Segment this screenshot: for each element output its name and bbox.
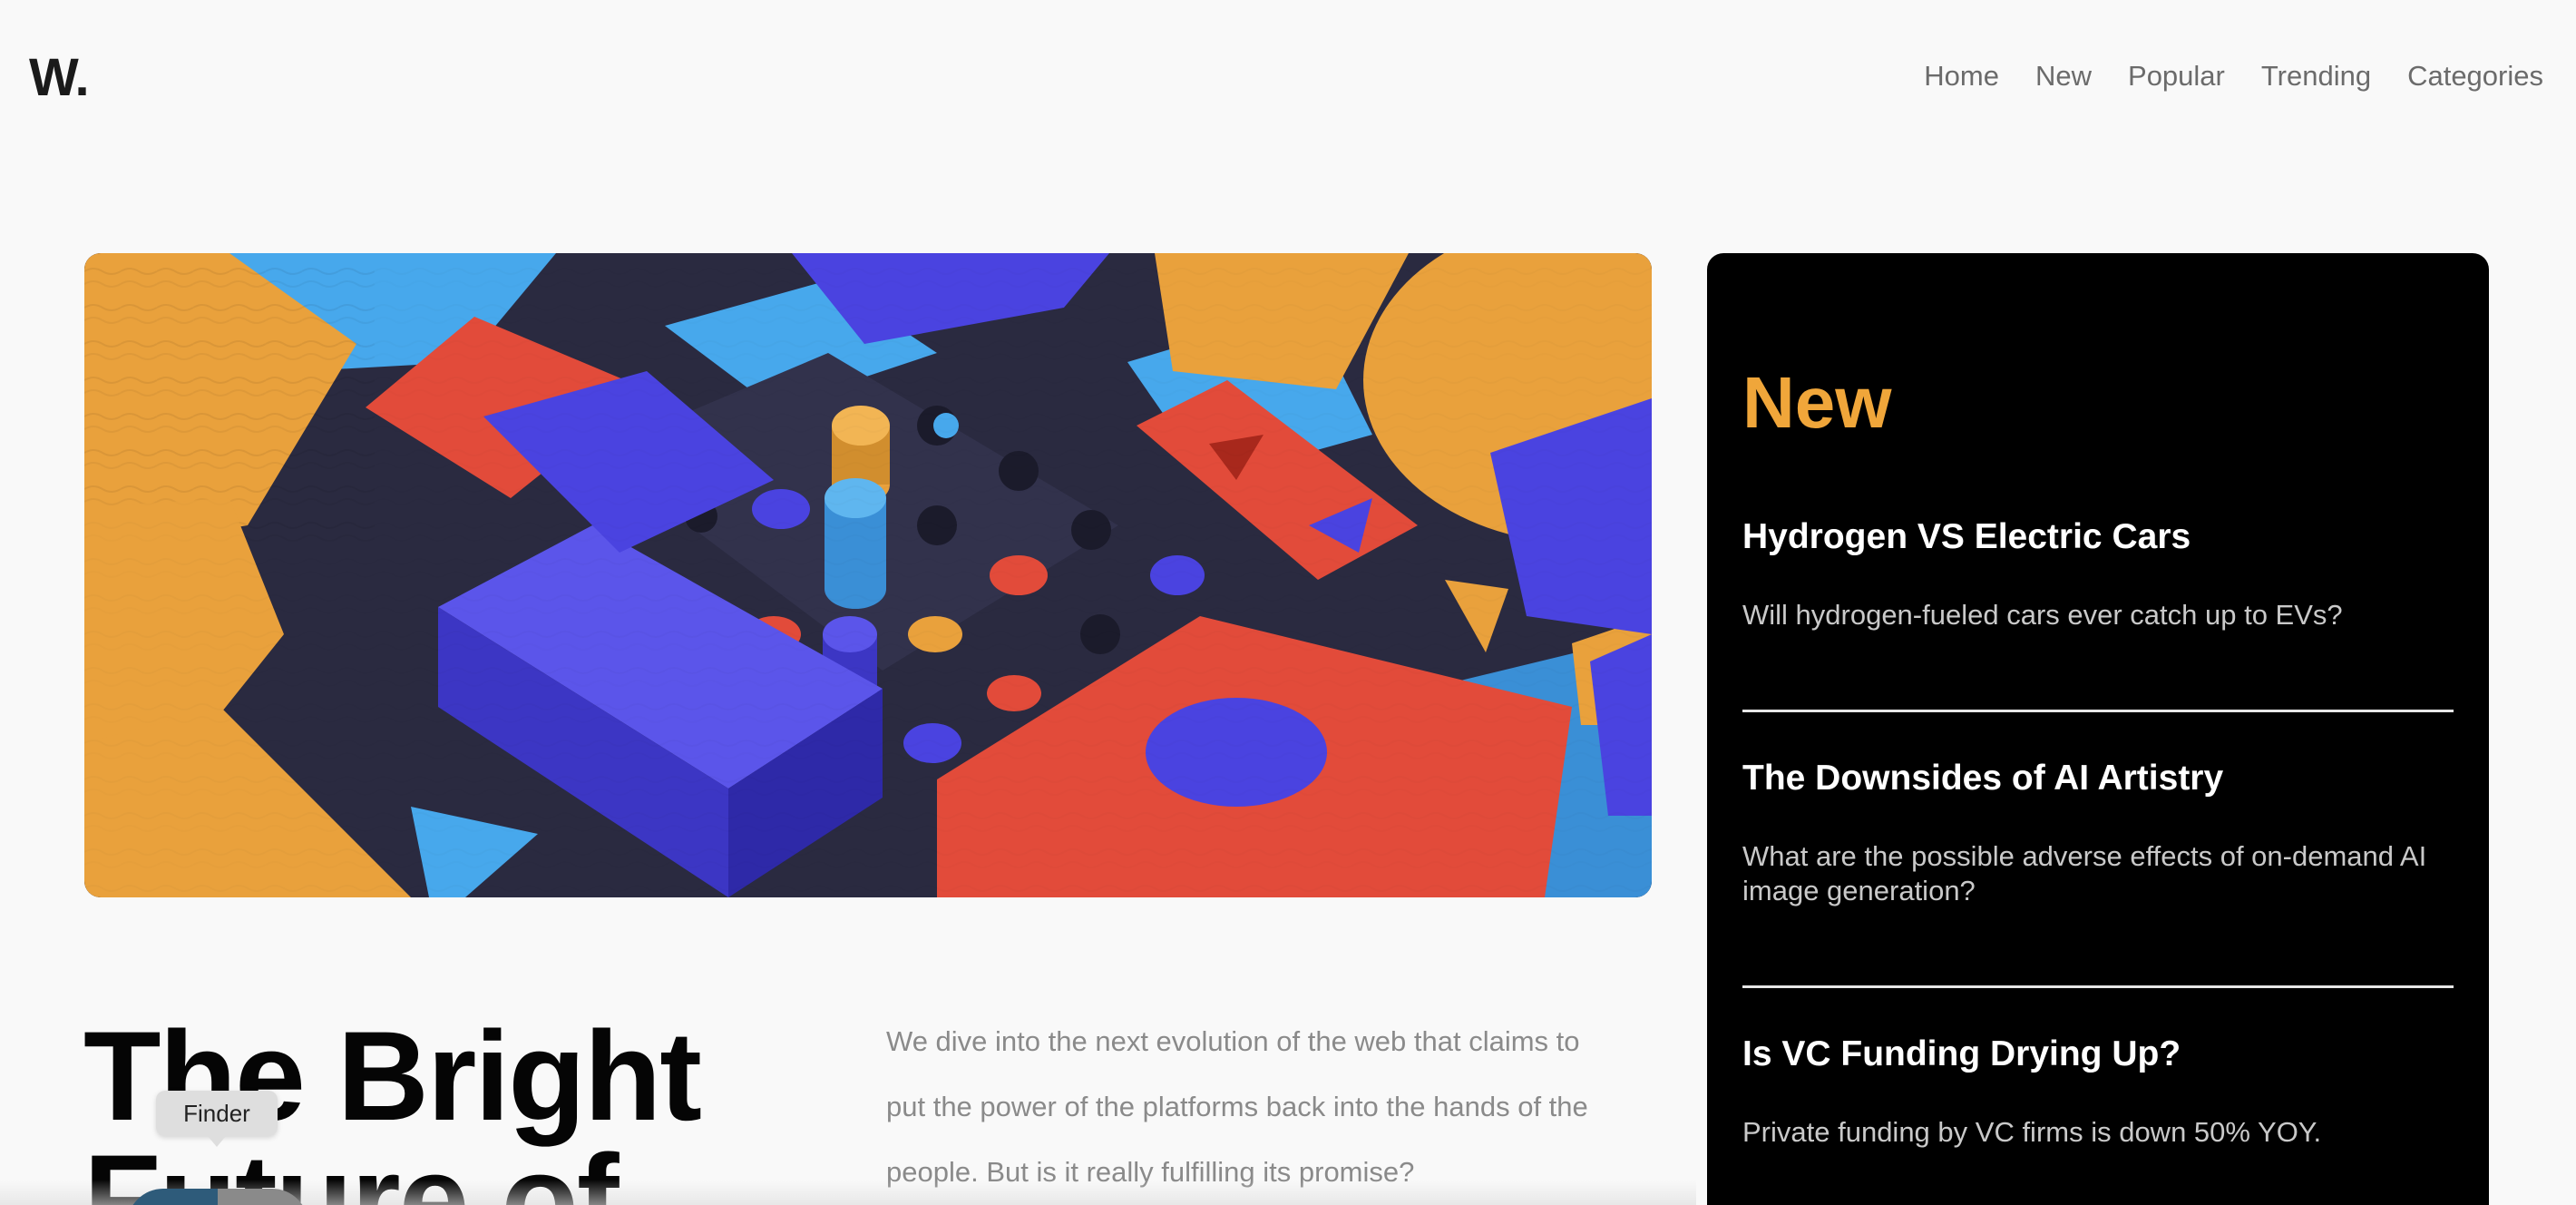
divider (1742, 710, 2454, 712)
news-item[interactable]: Hydrogen VS Electric Cars Will hydrogen-… (1742, 517, 2454, 632)
hero-image[interactable] (84, 253, 1652, 897)
main-nav: Home New Popular Trending Categories (1924, 60, 2543, 93)
news-item-summary: Will hydrogen-fueled cars ever catch up … (1742, 599, 2343, 631)
news-item[interactable]: Is VC Funding Drying Up? Private funding… (1742, 1034, 2454, 1150)
news-item-summary: What are the possible adverse effects of… (1742, 840, 2427, 906)
site-logo[interactable]: W. (29, 47, 90, 108)
news-item[interactable]: The Downsides of AI Artistry What are th… (1742, 759, 2454, 908)
finder-dock-icon[interactable] (127, 1189, 308, 1205)
page: W. Home New Popular Trending Categories (0, 0, 2576, 1205)
article-intro: We dive into the next evolution of the w… (886, 1025, 1588, 1188)
news-item-title[interactable]: Is VC Funding Drying Up? (1742, 1034, 2454, 1074)
news-item-title[interactable]: Hydrogen VS Electric Cars (1742, 517, 2454, 557)
nav-popular[interactable]: Popular (2128, 60, 2225, 93)
finder-tooltip: Finder (156, 1091, 278, 1147)
nav-home[interactable]: Home (1924, 60, 1999, 93)
nav-trending[interactable]: Trending (2261, 60, 2371, 93)
news-item-summary: Private funding by VC firms is down 50% … (1742, 1116, 2322, 1148)
panel-title: New (1742, 362, 1892, 443)
hero-illustration (84, 253, 1652, 897)
nav-new[interactable]: New (2035, 60, 2092, 93)
news-item-title[interactable]: The Downsides of AI Artistry (1742, 759, 2454, 798)
nav-categories[interactable]: Categories (2407, 60, 2543, 93)
divider (1742, 985, 2454, 988)
